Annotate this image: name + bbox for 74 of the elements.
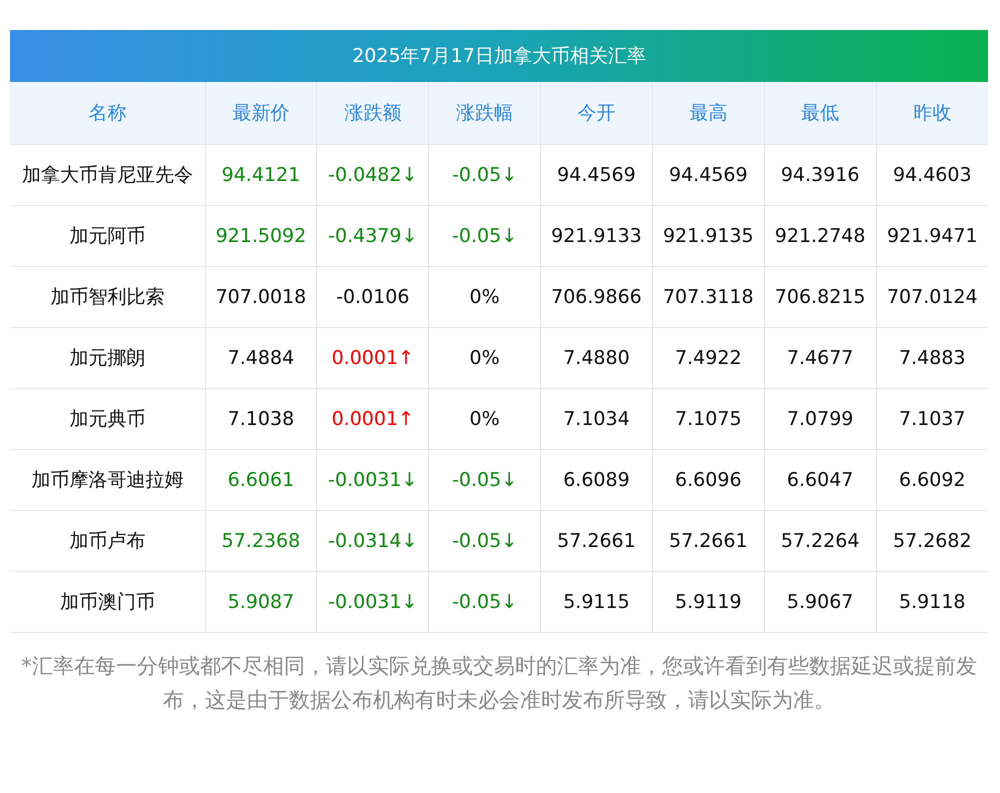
column-header: 最高 [652,82,764,144]
table-cell: 707.0018 [205,266,317,328]
table-cell: 6.6092 [876,450,988,510]
table-cell: 6.6096 [652,450,764,510]
table-cell: 707.3118 [652,266,764,328]
table-cell: 7.4884 [205,328,317,388]
table-cell: 0.0001↑ [316,328,429,388]
currency-name-cell: 加币卢布 [10,510,205,572]
disclaimer-note: *汇率在每一分钟或都不尽相同，请以实际兑换或交易时的汇率为准，您或许看到有些数据延迟或提前发布，这是由于数据公布机构有时未必会准时发布所导致，请以实际为准。 [20,653,978,714]
currency-name-cell: 加元阿币 [10,206,205,266]
table-cell: 706.8215 [764,266,876,328]
table-cell: 57.2682 [876,510,988,572]
table-cell: -0.05↓ [428,510,541,572]
table-cell: -0.0482↓ [316,144,429,206]
table-cell: 0% [428,266,541,328]
table-cell: 94.4603 [876,144,988,206]
table-cell: 921.9135 [652,206,764,266]
table-cell: 7.4922 [652,328,764,388]
table-cell: 57.2661 [652,510,764,572]
table-cell: 7.1038 [205,388,317,450]
currency-name-cell: 加拿大币肯尼亚先令 [10,144,205,206]
table-cell: 921.2748 [764,206,876,266]
table-cell: 5.9119 [652,572,764,632]
table-cell: -0.0031↓ [316,450,429,510]
table-cell: 7.0799 [764,388,876,450]
table-cell: 94.4569 [540,144,652,206]
table-cell: 921.9471 [876,206,988,266]
table-cell: 6.6047 [764,450,876,510]
table-cell: 921.5092 [205,206,317,266]
column-header: 涨跌额 [316,82,429,144]
table-title: 2025年7月17日加拿大币相关汇率 [10,30,988,82]
table-cell: -0.0031↓ [316,572,429,632]
table-cell: 6.6061 [205,450,317,510]
column-header: 涨跌幅 [428,82,541,144]
table-cell: 7.4883 [876,328,988,388]
currency-name-cell: 加元挪朗 [10,328,205,388]
table-cell: 7.4880 [540,328,652,388]
table-cell: -0.05↓ [428,572,541,632]
currency-name-cell: 加币智利比索 [10,266,205,328]
column-header: 名称 [10,82,205,144]
table-cell: -0.4379↓ [316,206,429,266]
table-cell: 706.9866 [540,266,652,328]
column-header: 昨收 [876,82,988,144]
table-cell: 7.1037 [876,388,988,450]
table-cell: -0.0314↓ [316,510,429,572]
table-cell: 0.0001↑ [316,388,429,450]
column-header: 今开 [540,82,652,144]
table-cell: 5.9067 [764,572,876,632]
table-cell: -0.05↓ [428,206,541,266]
table-cell: 7.1075 [652,388,764,450]
table-cell: 0% [428,388,541,450]
table-cell: 94.3916 [764,144,876,206]
table-cell: 94.4569 [652,144,764,206]
table-cell: -0.05↓ [428,144,541,206]
table-cell: 5.9087 [205,572,317,632]
table-cell: 7.4677 [764,328,876,388]
column-header: 最低 [764,82,876,144]
table-cell: 7.1034 [540,388,652,450]
table-cell: 57.2264 [764,510,876,572]
table-cell: 94.4121 [205,144,317,206]
currency-name-cell: 加币澳门币 [10,572,205,632]
table-cell: 5.9118 [876,572,988,632]
table-cell: 0% [428,328,541,388]
column-header: 最新价 [205,82,317,144]
table-cell: 921.9133 [540,206,652,266]
table-cell: -0.05↓ [428,450,541,510]
currency-name-cell: 加币摩洛哥迪拉姆 [10,450,205,510]
table-cell: 57.2368 [205,510,317,572]
table-cell: 6.6089 [540,450,652,510]
table-cell: 57.2661 [540,510,652,572]
table-cell: 707.0124 [876,266,988,328]
table-cell: 5.9115 [540,572,652,632]
table-cell: -0.0106 [316,266,429,328]
currency-name-cell: 加元典币 [10,388,205,450]
